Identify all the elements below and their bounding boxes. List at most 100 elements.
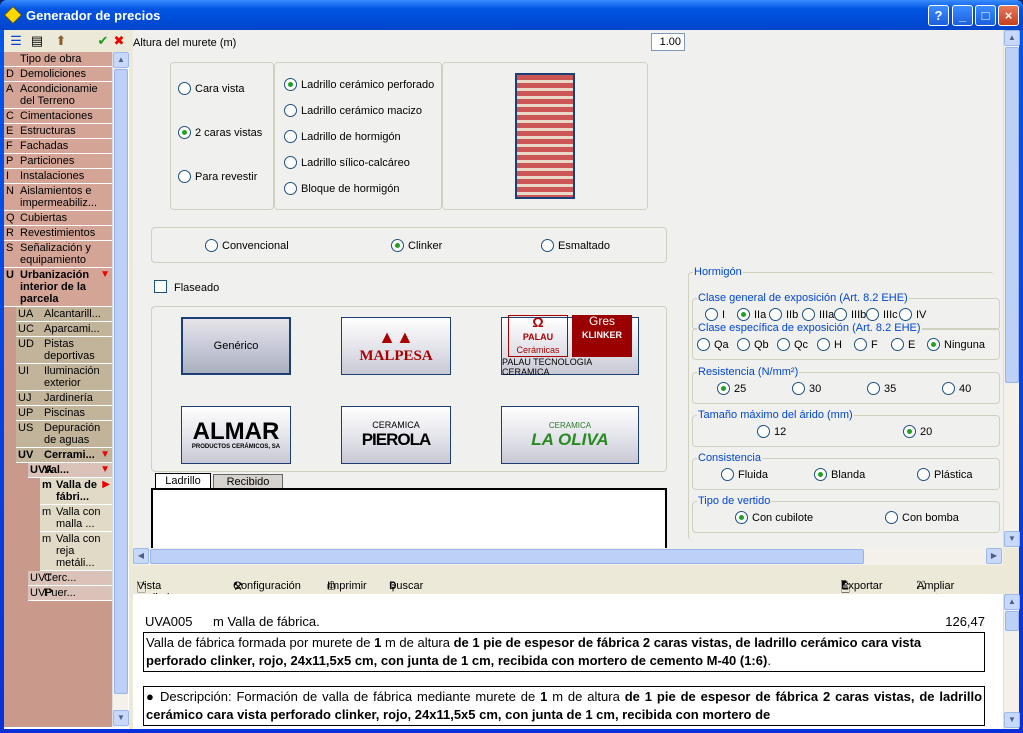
scroll-right-button[interactable]: ▶ [986, 548, 1002, 564]
brand-oliva-button[interactable]: CERAMICA LA OLIVA [501, 406, 639, 464]
main-horizontal-scrollbar[interactable]: ◀ ▶ [133, 548, 1003, 565]
hormigon-radio[interactable]: Fluida [721, 468, 768, 481]
tree-item[interactable]: A Acondicionamie del Terreno [4, 82, 112, 109]
hormigon-radio[interactable]: Ninguna [927, 338, 985, 351]
tree-item[interactable]: C Cimentaciones [4, 109, 112, 124]
flaseado-checkbox[interactable] [154, 280, 167, 293]
tree-item[interactable]: UVT Cerc... [28, 571, 112, 586]
tree-item[interactable]: UC Aparcami... [16, 322, 112, 337]
brand-palau-button[interactable]: Ω PALAU Cerámicas Gres KLINKER PALAU TECNO… [501, 315, 639, 377]
tree-item[interactable]: D Demoliciones [4, 67, 112, 82]
tree-item[interactable]: m Valla de fábri... ▶ [40, 478, 112, 505]
tree-item[interactable]: Tipo de obra [4, 52, 112, 67]
hormigon-radio[interactable]: IIIc [866, 308, 898, 321]
tree-item[interactable]: US Depuración de aguas [16, 421, 112, 448]
caras-radio[interactable]: Para revestir [178, 170, 257, 183]
tree-item[interactable]: UJ Jardinería [16, 391, 112, 406]
tree-item[interactable]: UD Pistas deportivas [16, 337, 112, 364]
altura-input[interactable]: 1.00 [651, 33, 685, 51]
material-radio[interactable]: Ladrillo cerámico perforado [284, 78, 434, 91]
hormigon-radio[interactable]: Qc [777, 338, 808, 351]
caras-radio[interactable]: 2 caras vistas [178, 126, 262, 139]
tree-item[interactable]: P Particiones [4, 154, 112, 169]
hormigon-radio[interactable]: Con cubilote [735, 511, 813, 524]
scroll-thumb[interactable] [114, 69, 128, 694]
hormigon-radio[interactable]: 12 [757, 425, 786, 438]
tree-item[interactable]: UA Alcantarill... [16, 307, 112, 322]
sidebar-scrollbar[interactable]: ▲ ▼ [112, 52, 129, 727]
tree-item[interactable]: E Estructuras [4, 124, 112, 139]
tree-item[interactable]: m Valla con reja metáli... [40, 532, 112, 571]
scroll-thumb[interactable] [1005, 47, 1019, 383]
material-radio[interactable]: Ladrillo de hormigón [284, 130, 401, 143]
brand-generico-button[interactable]: Genérico [181, 317, 291, 375]
cancel-icon[interactable]: ✖ [110, 32, 128, 50]
hormigon-radio[interactable]: 35 [867, 382, 896, 395]
scroll-down-button[interactable]: ▼ [1004, 531, 1020, 547]
acabado-radio[interactable]: Convencional [205, 239, 289, 252]
scroll-down-button[interactable]: ▼ [1004, 712, 1020, 728]
tab-recibido[interactable]: Recibido [213, 474, 283, 489]
hormigon-radio[interactable]: Blanda [814, 468, 865, 481]
expand-arrow-icon[interactable]: ▼ [100, 464, 110, 476]
brand-almar-button[interactable]: ALMAR PRODUCTOS CERÁMICOS, SA [181, 406, 291, 464]
material-radio[interactable]: Ladrillo cerámico macizo [284, 104, 422, 117]
expand-arrow-icon[interactable]: ▼ [100, 449, 110, 461]
up-level-icon[interactable]: ⬆ [52, 32, 70, 50]
tree-item[interactable]: UVP Puer... [28, 586, 112, 601]
tree-item[interactable]: R Revestimientos [4, 226, 112, 241]
hormigon-radio[interactable]: IIb [769, 308, 798, 321]
tree-view-icon[interactable]: ☰ [7, 32, 25, 50]
doc-scrollbar[interactable]: ▲ ▼ [1003, 594, 1020, 729]
tree-item[interactable]: UV Cerrami... ▼ [16, 448, 112, 463]
material-radio[interactable]: Ladrillo sílico-calcáreo [284, 156, 410, 169]
hormigon-radio[interactable]: I [705, 308, 725, 321]
tree-item[interactable]: U Urbanización interior de la parcela ▼ [4, 268, 112, 307]
tree-item[interactable]: UI Iluminación exterior [16, 364, 112, 391]
acabado-radio[interactable]: Esmaltado [541, 239, 610, 252]
hormigon-radio[interactable]: H [817, 338, 842, 351]
tree-item[interactable]: m Valla con malla ... [40, 505, 112, 532]
close-button[interactable]: × [998, 5, 1019, 26]
hormigon-radio[interactable]: 20 [903, 425, 932, 438]
brand-malpesa-button[interactable]: ▲▲ MALPESA [341, 317, 451, 375]
hormigon-radio[interactable]: IIIb [834, 308, 866, 321]
hormigon-radio[interactable]: 30 [792, 382, 821, 395]
tree-item[interactable]: I Instalaciones [4, 169, 112, 184]
hormigon-radio[interactable]: IIa [737, 308, 766, 321]
minimize-button[interactable]: _ [952, 5, 973, 26]
acabado-radio[interactable]: Clinker [391, 239, 442, 252]
tree-item[interactable]: UP Piscinas [16, 406, 112, 421]
hormigon-radio[interactable]: Con bomba [885, 511, 959, 524]
expand-arrow-icon[interactable]: ▼ [100, 269, 110, 305]
hormigon-radio[interactable]: IV [899, 308, 926, 321]
scroll-up-button[interactable]: ▲ [1004, 30, 1020, 46]
hormigon-radio[interactable]: IIIa [802, 308, 834, 321]
hormigon-radio[interactable]: Qb [737, 338, 769, 351]
tree-item[interactable]: Q Cubiertas [4, 211, 112, 226]
list-view-icon[interactable]: ▤ [28, 32, 46, 50]
scroll-up-button[interactable]: ▲ [1004, 594, 1020, 610]
scroll-thumb[interactable] [150, 549, 864, 564]
tab-ladrillo[interactable]: Ladrillo [155, 473, 211, 489]
hormigon-radio[interactable]: 40 [942, 382, 971, 395]
maximize-button[interactable]: □ [975, 5, 996, 26]
tree-item[interactable]: F Fachadas [4, 139, 112, 154]
material-radio[interactable]: Bloque de hormigón [284, 182, 399, 195]
scroll-thumb[interactable] [1005, 611, 1019, 631]
exportar-button[interactable]: 🗎 Exportar ▾ [841, 576, 883, 595]
tree-item[interactable]: N Aislamientos e impermeabiliz... [4, 184, 112, 211]
hormigon-radio[interactable]: Qa [697, 338, 729, 351]
hormigon-radio[interactable]: 25 [717, 382, 746, 395]
main-vertical-scrollbar[interactable]: ▲ ▼ [1003, 30, 1020, 548]
tree-item[interactable]: S Señalización y equipamiento [4, 241, 112, 268]
scroll-left-button[interactable]: ◀ [133, 548, 149, 564]
scroll-down-button[interactable]: ▼ [113, 710, 129, 726]
tree-item[interactable]: UVA Val... ▼ [28, 463, 112, 478]
scroll-up-button[interactable]: ▲ [113, 52, 129, 68]
hormigon-radio[interactable]: F [854, 338, 878, 351]
help-button[interactable]: ? [928, 5, 949, 26]
hormigon-radio[interactable]: Plástica [917, 468, 973, 481]
caras-radio[interactable]: Cara vista [178, 82, 245, 95]
hormigon-radio[interactable]: E [891, 338, 915, 351]
